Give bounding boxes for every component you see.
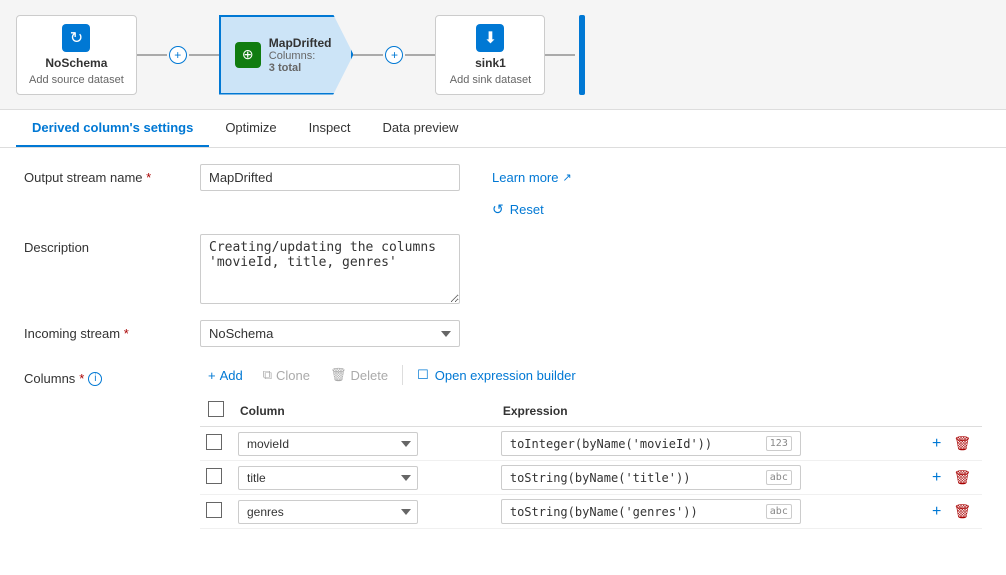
mapdrifted-label: MapDrifted bbox=[269, 36, 332, 50]
sink-icon: ⬇ bbox=[476, 24, 504, 52]
noschema-label: NoSchema bbox=[45, 56, 107, 70]
clone-icon: ⧉ bbox=[263, 367, 272, 383]
expr-builder-label: Open expression builder bbox=[435, 368, 576, 383]
row2-column-select[interactable]: title bbox=[238, 466, 418, 490]
mapdrifted-columns-label: Columns: bbox=[269, 50, 332, 62]
open-expression-builder-button[interactable]: ☐ Open expression builder bbox=[409, 363, 584, 387]
node-sink1[interactable]: ⬇ sink1 Add sink dataset bbox=[435, 15, 545, 95]
output-stream-row: Output stream name Learn more ↗ ↺ Reset bbox=[24, 164, 982, 218]
tab-derived[interactable]: Derived column's settings bbox=[16, 110, 209, 147]
add-column-button[interactable]: + Add bbox=[200, 364, 251, 387]
add-node-btn-1[interactable]: + bbox=[169, 46, 187, 64]
toolbar-separator bbox=[402, 365, 403, 385]
row2-expression-text: toString(byName('title')) bbox=[510, 471, 691, 485]
reset-icon: ↺ bbox=[492, 201, 504, 218]
expr-builder-icon: ☐ bbox=[417, 367, 429, 383]
expression-header: Expression bbox=[495, 395, 922, 427]
description-label: Description bbox=[24, 234, 184, 255]
learn-more-link[interactable]: Learn more ↗ bbox=[492, 164, 572, 185]
noschema-sublabel: Add source dataset bbox=[29, 74, 124, 86]
mapdrifted-columns-count: 3 total bbox=[269, 62, 332, 74]
table-row: movieId toInteger(byName('movieId')) 123 bbox=[200, 427, 982, 461]
tab-optimize[interactable]: Optimize bbox=[209, 110, 292, 147]
sink1-sublabel: Add sink dataset bbox=[450, 74, 531, 86]
row3-actions: + 🗑 bbox=[928, 501, 976, 523]
output-stream-label: Output stream name bbox=[24, 164, 184, 185]
row2-expression-field[interactable]: toString(byName('title')) abc bbox=[501, 465, 801, 490]
columns-table: Column Expression movieId bbox=[200, 395, 982, 529]
output-stream-input[interactable] bbox=[200, 164, 460, 191]
delete-icon: 🗑 bbox=[330, 367, 347, 383]
arrow-1 bbox=[137, 54, 167, 56]
node-mapdrifted[interactable]: ⊕ MapDrifted Columns: 3 total bbox=[219, 15, 354, 95]
learn-more-text: Learn more bbox=[492, 170, 558, 185]
row3-add-button[interactable]: + bbox=[928, 501, 945, 523]
delete-column-button[interactable]: 🗑 Delete bbox=[322, 363, 396, 387]
clone-label: Clone bbox=[276, 368, 310, 383]
row1-column-select[interactable]: movieId bbox=[238, 432, 418, 456]
columns-toolbar: + Add ⧉ Clone 🗑 Delete ☐ Open expression… bbox=[200, 363, 982, 387]
columns-info-icon[interactable]: i bbox=[88, 372, 102, 386]
pipeline-bar: ↻ NoSchema Add source dataset + ⊕ MapDri… bbox=[0, 0, 1006, 110]
row1-badge: 123 bbox=[766, 436, 792, 451]
columns-label-text: Columns bbox=[24, 371, 75, 386]
row1-expression-field[interactable]: toInteger(byName('movieId')) 123 bbox=[501, 431, 801, 456]
main-content: Output stream name Learn more ↗ ↺ Reset … bbox=[0, 148, 1006, 570]
columns-label: Columns * i bbox=[24, 363, 184, 386]
arrow-3 bbox=[353, 54, 383, 56]
mapdrifted-icon: ⊕ bbox=[235, 42, 261, 68]
tab-preview[interactable]: Data preview bbox=[367, 110, 475, 147]
row2-checkbox[interactable] bbox=[206, 468, 222, 484]
active-indicator bbox=[579, 15, 585, 95]
row1-expression-text: toInteger(byName('movieId')) bbox=[510, 437, 712, 451]
row1-delete-button[interactable]: 🗑 bbox=[949, 433, 975, 454]
arrow-4 bbox=[405, 54, 435, 56]
tabs-bar: Derived column's settings Optimize Inspe… bbox=[0, 110, 1006, 148]
row3-column-select[interactable]: genres bbox=[238, 500, 418, 524]
row1-actions: + 🗑 bbox=[928, 433, 976, 455]
clone-column-button[interactable]: ⧉ Clone bbox=[255, 363, 318, 387]
node-noschema[interactable]: ↻ NoSchema Add source dataset bbox=[16, 15, 137, 95]
incoming-stream-label: Incoming stream bbox=[24, 320, 184, 341]
row2-delete-button[interactable]: 🗑 bbox=[949, 467, 975, 488]
columns-content: + Add ⧉ Clone 🗑 Delete ☐ Open expression… bbox=[200, 363, 982, 529]
row3-expression-text: toString(byName('genres')) bbox=[510, 505, 698, 519]
delete-label: Delete bbox=[351, 368, 389, 383]
select-all-checkbox[interactable] bbox=[208, 401, 224, 417]
row3-expression-field[interactable]: toString(byName('genres')) abc bbox=[501, 499, 801, 524]
description-row: Description Creating/updating the column… bbox=[24, 234, 982, 304]
row2-actions: + 🗑 bbox=[928, 467, 976, 489]
reset-label: Reset bbox=[510, 202, 544, 217]
reset-button[interactable]: ↺ Reset bbox=[492, 201, 572, 218]
row1-checkbox[interactable] bbox=[206, 434, 222, 450]
external-link-icon: ↗ bbox=[562, 171, 571, 184]
table-row: title toString(byName('title')) abc + bbox=[200, 461, 982, 495]
sink1-label: sink1 bbox=[475, 56, 506, 70]
row3-badge: abc bbox=[766, 504, 792, 519]
row3-delete-button[interactable]: 🗑 bbox=[949, 501, 975, 522]
row2-badge: abc bbox=[766, 470, 792, 485]
arrow-5 bbox=[545, 54, 575, 56]
table-row: genres toString(byName('genres')) abc + bbox=[200, 495, 982, 529]
row2-add-button[interactable]: + bbox=[928, 467, 945, 489]
add-node-btn-2[interactable]: + bbox=[385, 46, 403, 64]
description-input[interactable]: Creating/updating the columns 'movieId, … bbox=[200, 234, 460, 304]
tab-inspect[interactable]: Inspect bbox=[293, 110, 367, 147]
column-header: Column bbox=[232, 395, 495, 427]
row3-checkbox[interactable] bbox=[206, 502, 222, 518]
incoming-stream-select[interactable]: NoSchema bbox=[200, 320, 460, 347]
row1-add-button[interactable]: + bbox=[928, 433, 945, 455]
columns-section: Columns * i + Add ⧉ Clone 🗑 Delete bbox=[24, 363, 982, 529]
add-icon: + bbox=[208, 368, 216, 383]
arrow-2 bbox=[189, 54, 219, 56]
source-icon: ↻ bbox=[62, 24, 90, 52]
columns-required-star: * bbox=[79, 371, 84, 386]
incoming-stream-row: Incoming stream NoSchema bbox=[24, 320, 982, 347]
add-label: Add bbox=[220, 368, 243, 383]
